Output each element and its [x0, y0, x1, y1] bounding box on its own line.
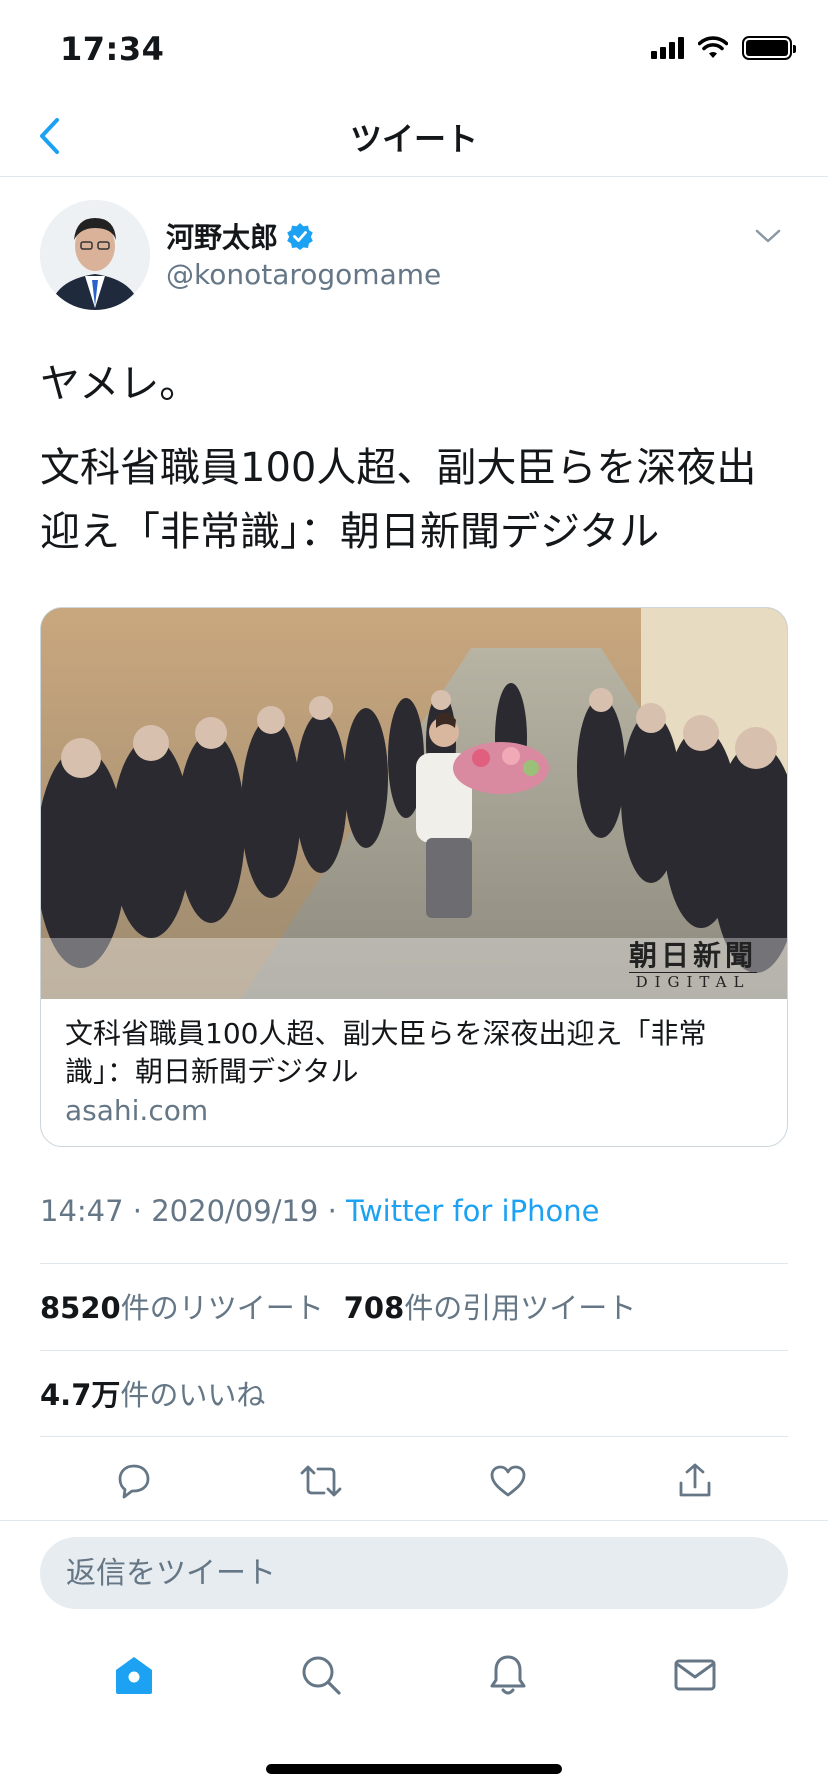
tweet-source-link[interactable]: Twitter for iPhone — [346, 1194, 599, 1228]
tweet-date: 2020/09/19 — [151, 1194, 319, 1228]
tweet-actions-bar — [40, 1436, 788, 1526]
likes-stat[interactable]: 4.7万件のいいね — [40, 1372, 265, 1414]
avatar-image — [40, 200, 150, 310]
battery-icon — [742, 36, 796, 60]
more-options-button[interactable] — [748, 216, 788, 256]
chevron-down-icon — [755, 229, 781, 243]
like-icon — [490, 1465, 525, 1497]
verified-badge-icon — [287, 223, 313, 250]
status-time: 17:34 — [60, 30, 165, 68]
tweet-text-line: 文科省職員100人超、副大臣らを深夜出迎え「非常識」：朝日新聞デジタル — [40, 445, 757, 555]
home-indicator[interactable] — [266, 1764, 562, 1774]
share-icon — [679, 1463, 710, 1497]
retweets-count: 8520 — [40, 1291, 121, 1325]
likes-stats-row: 4.7万件のいいね — [40, 1372, 265, 1414]
card-title: 文科省職員100人超、副大臣らを深夜出迎え「非常識」：朝日新聞デジタル — [65, 1017, 707, 1088]
status-icons — [651, 36, 796, 60]
navigation-bar: ツイート — [0, 100, 828, 177]
meta-separator: · — [132, 1194, 143, 1228]
retweets-stat[interactable]: 8520件のリツイート — [40, 1285, 324, 1327]
tab-notifications[interactable] — [473, 1640, 543, 1710]
retweet-button[interactable] — [291, 1451, 351, 1511]
reply-input[interactable] — [40, 1537, 788, 1609]
tab-search[interactable] — [286, 1640, 356, 1710]
meta-separator: · — [327, 1194, 337, 1228]
retweet-icon — [300, 1465, 341, 1497]
divider — [0, 1520, 828, 1521]
tweet-text-line: ヤメレ。 — [40, 361, 200, 407]
wifi-icon — [698, 36, 728, 58]
avatar[interactable] — [40, 200, 150, 310]
tweet-time: 14:47 — [40, 1194, 124, 1228]
user-handle[interactable]: @konotarogomame — [166, 258, 441, 291]
display-name-row[interactable]: 河野太郎 — [166, 216, 314, 256]
likes-label: 件のいいね — [120, 1378, 266, 1412]
card-body: 文科省職員100人超、副大臣らを深夜出迎え「非常識」：朝日新聞デジタル asah… — [41, 999, 787, 1131]
like-button[interactable] — [478, 1451, 538, 1511]
share-button[interactable] — [665, 1451, 725, 1511]
notifications-icon — [490, 1655, 525, 1695]
tweet-text: ヤメレ。 文科省職員100人超、副大臣らを深夜出迎え「非常識」：朝日新聞デジタル — [40, 352, 790, 584]
divider — [40, 1350, 788, 1351]
status-bar: 17:34 — [0, 0, 828, 100]
tab-messages[interactable] — [660, 1640, 730, 1710]
messages-icon — [674, 1659, 715, 1691]
quotes-label: 件の引用ツイート — [404, 1291, 637, 1325]
tab-home[interactable] — [99, 1640, 169, 1710]
reply-icon — [118, 1464, 149, 1499]
card-domain: asahi.com — [65, 1094, 209, 1127]
search-icon — [302, 1656, 341, 1695]
asahi-digital-logo: 朝日新聞 DIGITAL — [628, 939, 757, 991]
display-name: 河野太郎 — [166, 221, 279, 254]
likes-count: 4.7万 — [40, 1378, 121, 1412]
tweet-author-header: 河野太郎 @konotarogomame — [40, 200, 790, 312]
logo-subtitle: DIGITAL — [628, 972, 757, 991]
page-title: ツイート — [349, 120, 478, 158]
retweet-stats-row: 8520件のリツイート 708件の引用ツイート — [40, 1285, 636, 1327]
card-image: 朝日新聞 DIGITAL — [41, 608, 787, 999]
cellular-signal-icon — [651, 37, 684, 59]
quotes-stat[interactable]: 708件の引用ツイート — [344, 1285, 637, 1327]
bottom-tab-bar — [0, 1630, 828, 1720]
logo-title: 朝日新聞 — [628, 939, 757, 972]
tweet-detail-screen: 17:34 ツイート 河野太郎 @konotarogomame ヤメレ。 文科省… — [0, 0, 828, 1792]
divider — [40, 1263, 788, 1264]
home-icon — [115, 1657, 152, 1694]
link-preview-card[interactable]: 朝日新聞 DIGITAL 文科省職員100人超、副大臣らを深夜出迎え「非常識」：… — [40, 607, 788, 1147]
reply-button[interactable] — [104, 1451, 164, 1511]
tweet-timestamp: 14:47 · 2020/09/19 · Twitter for iPhone — [40, 1194, 599, 1228]
quotes-count: 708 — [343, 1291, 405, 1325]
retweets-label: 件のリツイート — [120, 1291, 324, 1325]
